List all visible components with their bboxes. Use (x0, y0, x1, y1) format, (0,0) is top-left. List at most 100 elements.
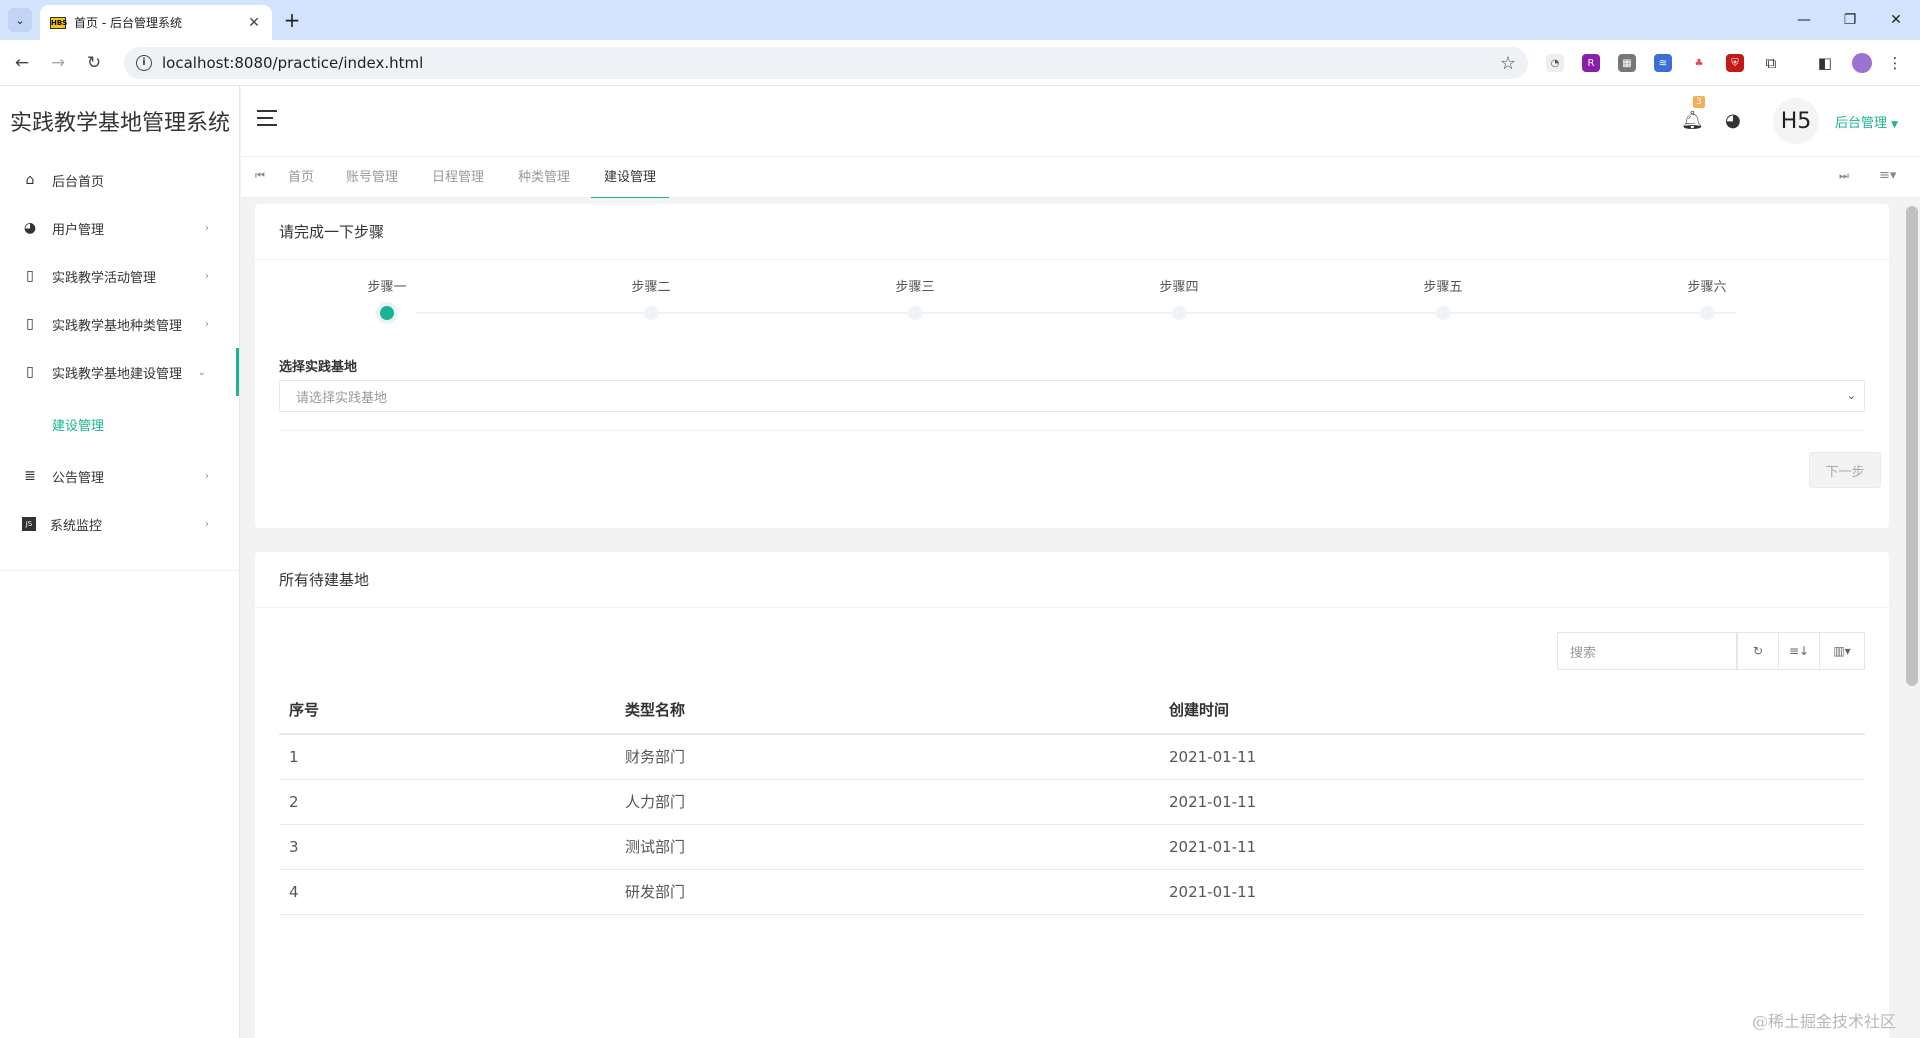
table-search-input[interactable]: 搜索 (1557, 632, 1737, 670)
column-header[interactable]: 序号 (279, 686, 615, 735)
ublock-icon[interactable]: ⛨ (1726, 54, 1744, 72)
sidebar: 实践教学基地管理系统 ⌂ 后台首页 ◕ 用户管理 › ▯ 实践教学活动管理 › … (0, 86, 240, 1038)
bell-icon[interactable]: 🔔︎ (1681, 110, 1704, 131)
theme-palette-icon[interactable]: ◕ (1725, 110, 1741, 131)
favicon-icon: HBS (50, 16, 68, 29)
table-cell: 人力部门 (615, 779, 1159, 825)
file-icon: ▯ (26, 268, 34, 284)
file-icon: ▯ (26, 364, 34, 380)
list-icon: ≣ (24, 468, 36, 484)
tab-types[interactable]: 种类管理 (505, 157, 583, 199)
step-marker[interactable] (644, 306, 658, 320)
menu-kebab-icon[interactable]: ⋮ (1886, 54, 1904, 72)
extensions-puzzle-icon[interactable]: ⧉ (1762, 54, 1780, 72)
sidebar-item-construction[interactable]: ▯ 实践教学基地建设管理 ⌄ (0, 348, 239, 396)
side-panel-icon[interactable]: ◧ (1816, 54, 1834, 72)
table-cell: 财务部门 (615, 734, 1159, 780)
tab-accounts[interactable]: 账号管理 (333, 157, 411, 199)
url-text[interactable]: localhost:8080/practice/index.html (162, 54, 1500, 72)
sidebar-item-label: 实践教学基地建设管理 (52, 366, 183, 382)
tab-search-button[interactable]: ⌄ (8, 8, 32, 32)
step-label[interactable]: 步骤六 (1657, 276, 1757, 295)
steps-panel: 请完成一下步骤 步骤一 步骤二 步骤三 步骤四 步骤五 步骤六 选择实践基地 请… (255, 204, 1889, 528)
next-step-button[interactable]: 下一步 (1809, 452, 1881, 488)
table-row[interactable]: 3 测试部门 2021-01-11 (279, 824, 1865, 870)
sidebar-item-label: 实践教学活动管理 (52, 270, 157, 286)
step-marker[interactable] (1172, 306, 1186, 320)
sidebar-divider (0, 570, 240, 571)
user-menu-dropdown[interactable]: 后台管理 ▼ (1835, 112, 1898, 131)
back-icon[interactable]: ← (10, 51, 34, 75)
extension-icon[interactable]: ◔ (1546, 54, 1564, 72)
form-divider (279, 430, 1865, 431)
sidebar-item-activities[interactable]: ▯ 实践教学活动管理 › (0, 252, 239, 300)
tab-construction[interactable]: 建设管理 (591, 157, 670, 199)
extension-icon[interactable]: ≋ (1654, 54, 1672, 72)
extension-icon[interactable]: ▦ (1618, 54, 1636, 72)
browser-tab[interactable]: HBS 首页 - 后台管理系统 ✕ (40, 5, 272, 40)
table-cell: 2 (279, 779, 615, 825)
tab-home[interactable]: 首页 (275, 157, 327, 199)
step-label[interactable]: 步骤四 (1129, 276, 1229, 295)
avatar[interactable]: H5 (1773, 98, 1819, 144)
refresh-icon[interactable]: ↻ (1737, 632, 1779, 670)
reload-icon[interactable]: ↻ (82, 51, 106, 75)
sidebar-item-users[interactable]: ◕ 用户管理 › (0, 204, 239, 252)
column-header[interactable]: 类型名称 (615, 686, 1159, 735)
sidebar-item-home[interactable]: ⌂ 后台首页 (0, 156, 239, 204)
step-label[interactable]: 步骤三 (865, 276, 965, 295)
table-row[interactable]: 1 财务部门 2021-01-11 (279, 734, 1865, 780)
extension-icon[interactable]: ♣ (1690, 54, 1708, 72)
table-row[interactable]: 4 研发部门 2021-01-11 (279, 869, 1865, 915)
scroll-tabs-left-icon[interactable]: ⏮ (255, 169, 265, 183)
toggle-view-icon[interactable]: ≡↓ (1778, 632, 1820, 670)
restore-icon[interactable]: ❐ (1828, 8, 1872, 32)
base-select[interactable]: 请选择实践基地 ⌄ (279, 380, 1865, 412)
tab-options-icon[interactable]: ≡▾ (1879, 168, 1896, 183)
step-marker[interactable] (1436, 306, 1450, 320)
address-bar[interactable]: i localhost:8080/practice/index.html ☆ (124, 47, 1528, 79)
columns-toggle-icon[interactable]: ▥▾ (1819, 632, 1865, 670)
table-row[interactable]: 2 人力部门 2021-01-11 (279, 779, 1865, 825)
close-window-icon[interactable]: ✕ (1874, 8, 1918, 32)
tab-schedule[interactable]: 日程管理 (419, 157, 497, 199)
table-cell: 2021-01-11 (1159, 824, 1865, 870)
close-tab-icon[interactable]: ✕ (246, 15, 262, 31)
table-cell: 测试部门 (615, 824, 1159, 870)
app-root: 实践教学基地管理系统 ⌂ 后台首页 ◕ 用户管理 › ▯ 实践教学活动管理 › … (0, 86, 1920, 1038)
step-marker[interactable] (1700, 306, 1714, 320)
sidebar-item-label: 实践教学基地种类管理 (52, 318, 183, 334)
browser-tab-strip: ⌄ HBS 首页 - 后台管理系统 ✕ + — ❐ ✕ (0, 0, 1920, 40)
extension-icon[interactable]: R (1582, 54, 1600, 72)
content-scrollbar[interactable] (1906, 206, 1918, 686)
scroll-tabs-right-icon[interactable]: ⏭ (1839, 169, 1849, 183)
step-marker-active[interactable] (380, 306, 394, 320)
column-header[interactable]: 创建时间 (1159, 686, 1865, 735)
step-label[interactable]: 步骤五 (1393, 276, 1493, 295)
sidebar-item-base-types[interactable]: ▯ 实践教学基地种类管理 › (0, 300, 239, 348)
search-placeholder: 搜索 (1570, 645, 1597, 661)
site-info-icon[interactable]: i (136, 55, 152, 71)
table-cell: 2021-01-11 (1159, 734, 1865, 780)
bookmark-star-icon[interactable]: ☆ (1500, 53, 1516, 74)
content-area: 请完成一下步骤 步骤一 步骤二 步骤三 步骤四 步骤五 步骤六 选择实践基地 请… (241, 198, 1920, 1038)
sidebar-subitem-construction[interactable]: 建设管理 (0, 396, 239, 452)
table-cell: 1 (279, 734, 615, 780)
chevron-down-icon: ⌄ (197, 366, 206, 378)
chevron-right-icon: › (205, 470, 209, 482)
step-label[interactable]: 步骤二 (601, 276, 701, 295)
new-tab-button[interactable]: + (280, 8, 304, 32)
step-marker[interactable] (908, 306, 922, 320)
step-label[interactable]: 步骤一 (337, 276, 437, 295)
steps-panel-title: 请完成一下步骤 (255, 204, 1889, 260)
menu-toggle-icon[interactable] (257, 110, 279, 130)
step-wizard: 步骤一 步骤二 步骤三 步骤四 步骤五 步骤六 (279, 262, 1865, 352)
browser-tab-title: 首页 - 后台管理系统 (74, 16, 182, 30)
forward-icon[interactable]: → (46, 51, 70, 75)
sidebar-item-monitor[interactable]: JS 系统监控 › (0, 500, 239, 548)
minimize-icon[interactable]: — (1782, 8, 1826, 32)
home-icon: ⌂ (25, 172, 35, 188)
sidebar-item-announcements[interactable]: ≣ 公告管理 › (0, 452, 239, 500)
profile-avatar[interactable] (1852, 53, 1872, 73)
app-logo-title[interactable]: 实践教学基地管理系统 (0, 86, 239, 156)
